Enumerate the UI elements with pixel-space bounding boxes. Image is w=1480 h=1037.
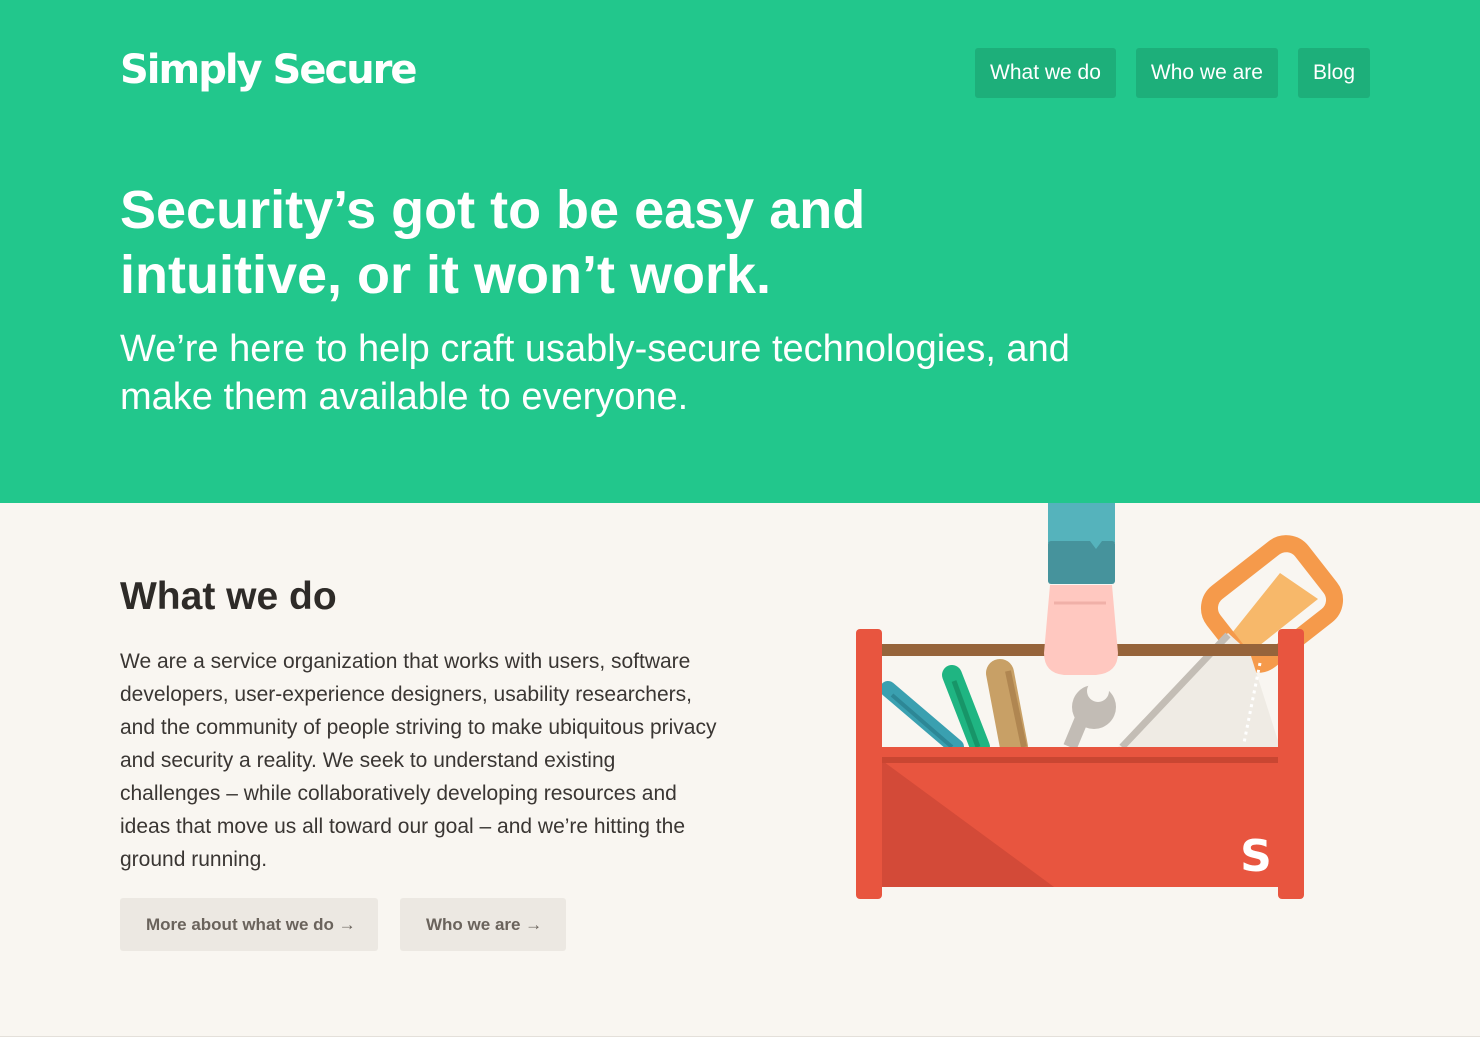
saw-icon [1118, 535, 1344, 750]
main-nav: What we do Who we are Blog [975, 48, 1370, 98]
screwdriver-blue-icon [880, 681, 964, 755]
what-we-do-section: What we do We are a service organization… [0, 503, 1480, 1037]
more-about-button[interactable]: More about what we do → [120, 898, 378, 951]
hero-subheadline: We’re here to help craft usably-secure t… [120, 328, 1070, 418]
toolbox-letter: S [1240, 831, 1272, 882]
nav-what-we-do[interactable]: What we do [975, 48, 1116, 98]
hero-headline: Security’s got to be easy and intuitive,… [120, 180, 866, 305]
ruler-icon [986, 659, 1028, 761]
nav-who-we-are[interactable]: Who we are [1135, 48, 1278, 98]
who-we-are-button[interactable]: Who we are → [400, 898, 566, 951]
site-logo[interactable]: Simply Secure [120, 44, 418, 96]
section-title: What we do [120, 575, 337, 618]
nav-blog[interactable]: Blog [1297, 48, 1370, 98]
hand-icon [1044, 503, 1118, 675]
wrench-icon [1063, 680, 1116, 750]
toolbox-illustration: S [856, 503, 1344, 899]
section-body: We are a service organization that works… [120, 650, 717, 871]
screwdriver-green-icon [942, 665, 990, 757]
hero-banner: Simply Secure What we do Who we are Blog… [0, 0, 1480, 503]
